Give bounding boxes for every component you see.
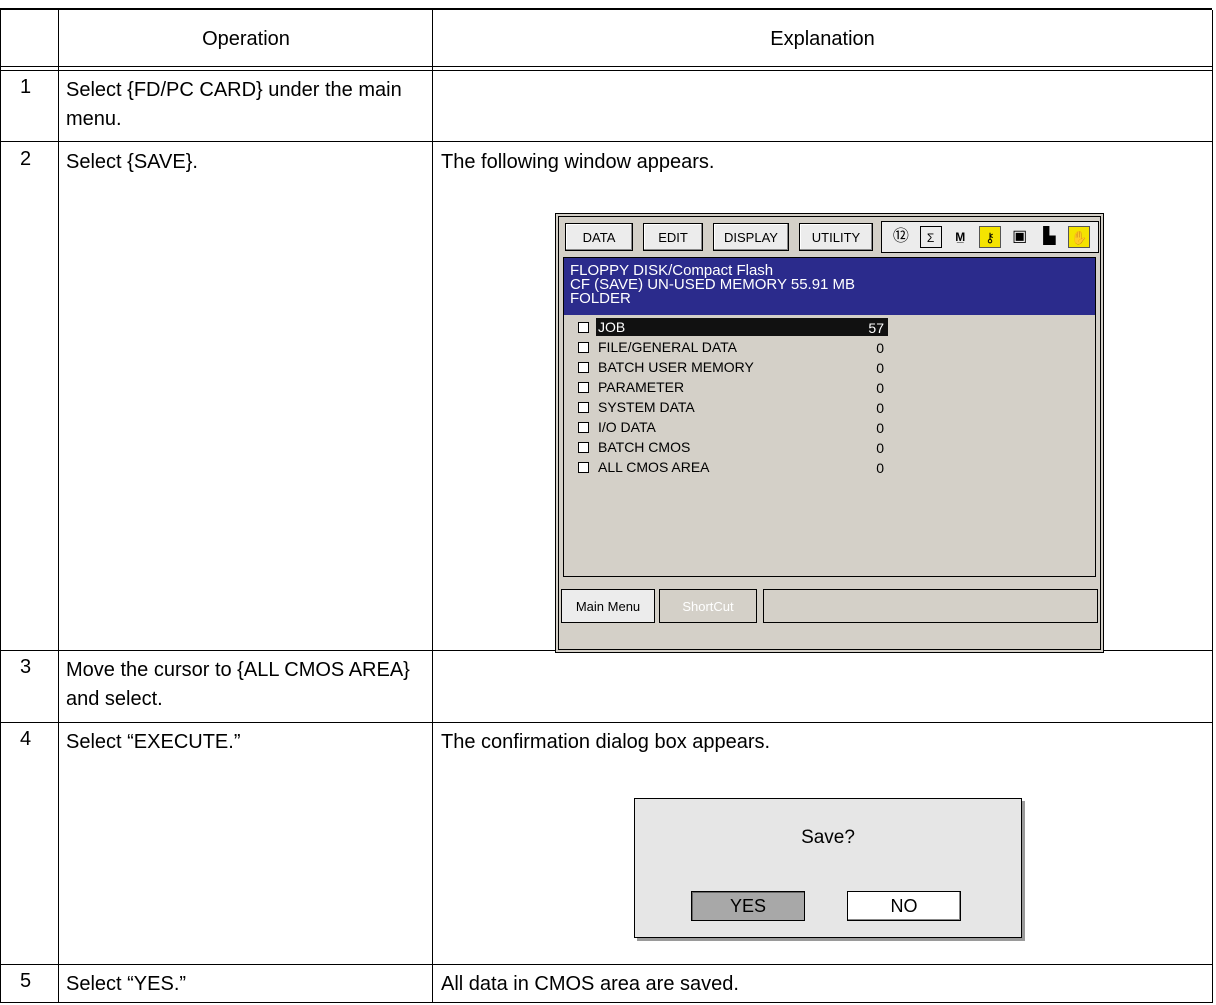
confirm-dialog: Save? YES NO xyxy=(634,798,1022,938)
header-operation: Operation xyxy=(202,27,290,50)
step-operation: Select {FD/PC CARD} under the main menu. xyxy=(66,79,402,130)
menu-utility-button[interactable]: UTILITY xyxy=(799,223,873,251)
screen-icon: ▣ xyxy=(1012,228,1028,245)
pendant-frame: DATA EDIT DISPLAY UTILITY ⑫ Σ M̲ ⚷ ▣ ▙ ✋… xyxy=(558,216,1101,650)
list-item[interactable]: SYSTEM DATA 0 xyxy=(564,398,884,417)
item-count: 0 xyxy=(876,440,884,456)
step-explanation: All data in CMOS area are saved. xyxy=(441,973,739,995)
yes-button[interactable]: YES xyxy=(691,891,805,921)
list-item[interactable]: FILE/GENERAL DATA 0 xyxy=(564,338,884,357)
no-button[interactable]: NO xyxy=(847,891,961,921)
row-divider xyxy=(0,722,1212,723)
list-item-all-cmos[interactable]: ALL CMOS AREA 0 xyxy=(564,458,884,477)
dialog-message: Save? xyxy=(801,827,855,848)
sigma-icon: Σ xyxy=(919,226,942,248)
table-border-right xyxy=(1212,10,1213,1003)
item-label: FILE/GENERAL DATA xyxy=(598,339,737,355)
item-label: I/O DATA xyxy=(598,419,656,435)
checkbox[interactable] xyxy=(578,322,589,333)
item-label: PARAMETER xyxy=(598,379,685,395)
message-area xyxy=(763,589,1098,623)
title-line: FOLDER xyxy=(570,290,631,307)
item-label: BATCH CMOS xyxy=(598,439,691,455)
hand-icon: ✋ xyxy=(1068,226,1091,248)
shortcut-button[interactable]: ShortCut xyxy=(659,589,757,623)
item-count: 0 xyxy=(876,340,884,356)
title-line: CF (SAVE) UN-USED MEMORY 55.91 MB xyxy=(570,276,856,293)
row-divider xyxy=(0,141,1212,142)
list-item[interactable]: I/O DATA 0 xyxy=(564,418,884,437)
item-count: 0 xyxy=(876,360,884,376)
pendant-content: FLOPPY DISK/Compact Flash CF (SAVE) UN-U… xyxy=(563,257,1096,577)
pendant-menubar: DATA EDIT DISPLAY UTILITY ⑫ Σ M̲ ⚷ ▣ ▙ ✋ xyxy=(559,217,1100,255)
item-count: 0 xyxy=(876,400,884,416)
pendant-title: FLOPPY DISK/Compact Flash CF (SAVE) UN-U… xyxy=(564,258,1095,315)
item-label: JOB xyxy=(598,319,626,335)
header-rule xyxy=(0,66,1212,67)
checkbox[interactable] xyxy=(578,462,589,473)
step-operation: Select “YES.” xyxy=(66,973,187,995)
pendant-bottom-bar: Main Menu ShortCut xyxy=(561,589,1098,623)
list-item-job[interactable]: JOB 57 xyxy=(564,318,888,337)
checkbox[interactable] xyxy=(578,342,589,353)
m1-icon: M̲ xyxy=(955,230,966,244)
table-border-mid xyxy=(432,10,433,1003)
row-divider xyxy=(0,964,1212,965)
item-label: ALL CMOS AREA xyxy=(598,459,710,475)
item-count: 0 xyxy=(876,420,884,436)
table-border-num xyxy=(58,10,59,1003)
step-number: 5 xyxy=(20,970,32,992)
step-operation: Select “EXECUTE.” xyxy=(66,731,241,753)
step-number: 1 xyxy=(20,76,32,98)
checkbox[interactable] xyxy=(578,422,589,433)
header-explanation: Explanation xyxy=(770,27,875,50)
table-border-left xyxy=(0,10,1,1003)
checkbox[interactable] xyxy=(578,362,589,373)
menu-display-button[interactable]: DISPLAY xyxy=(713,223,789,251)
step-number: 4 xyxy=(20,728,32,750)
checkbox[interactable] xyxy=(578,382,589,393)
main-menu-button[interactable]: Main Menu xyxy=(561,589,655,623)
step-number: 3 xyxy=(20,656,32,678)
header-rule-double xyxy=(0,70,1212,71)
list-item[interactable]: PARAMETER 0 xyxy=(564,378,884,397)
item-label: BATCH USER MEMORY xyxy=(598,359,754,375)
item-count: 0 xyxy=(876,460,884,476)
table-bottom-rule xyxy=(0,1002,1212,1003)
item-count: 57 xyxy=(868,320,884,336)
step-operation: Select {SAVE}. xyxy=(66,151,198,173)
item-label: SYSTEM DATA xyxy=(598,399,695,415)
step-explanation: The confirmation dialog box appears. xyxy=(441,731,771,753)
flag-icon: ▙ xyxy=(1043,228,1056,245)
key-icon: ⚷ xyxy=(978,226,1001,248)
menu-edit-button[interactable]: EDIT xyxy=(643,223,703,251)
step-operation: Move the cursor to {ALL CMOS AREA} and s… xyxy=(66,659,410,710)
menu-data-button[interactable]: DATA xyxy=(565,223,633,251)
list-item[interactable]: BATCH CMOS 0 xyxy=(564,438,884,457)
pendant-window: DATA EDIT DISPLAY UTILITY ⑫ Σ M̲ ⚷ ▣ ▙ ✋… xyxy=(555,213,1104,653)
list-item[interactable]: BATCH USER MEMORY 0 xyxy=(564,358,884,377)
step-number: 2 xyxy=(20,148,32,170)
item-count: 0 xyxy=(876,380,884,396)
checkbox[interactable] xyxy=(578,402,589,413)
status-icon-bar: ⑫ Σ M̲ ⚷ ▣ ▙ ✋ xyxy=(881,221,1099,253)
step-explanation: The following window appears. xyxy=(441,151,715,173)
tool-number-icon: ⑫ xyxy=(892,228,909,245)
checkbox[interactable] xyxy=(578,442,589,453)
